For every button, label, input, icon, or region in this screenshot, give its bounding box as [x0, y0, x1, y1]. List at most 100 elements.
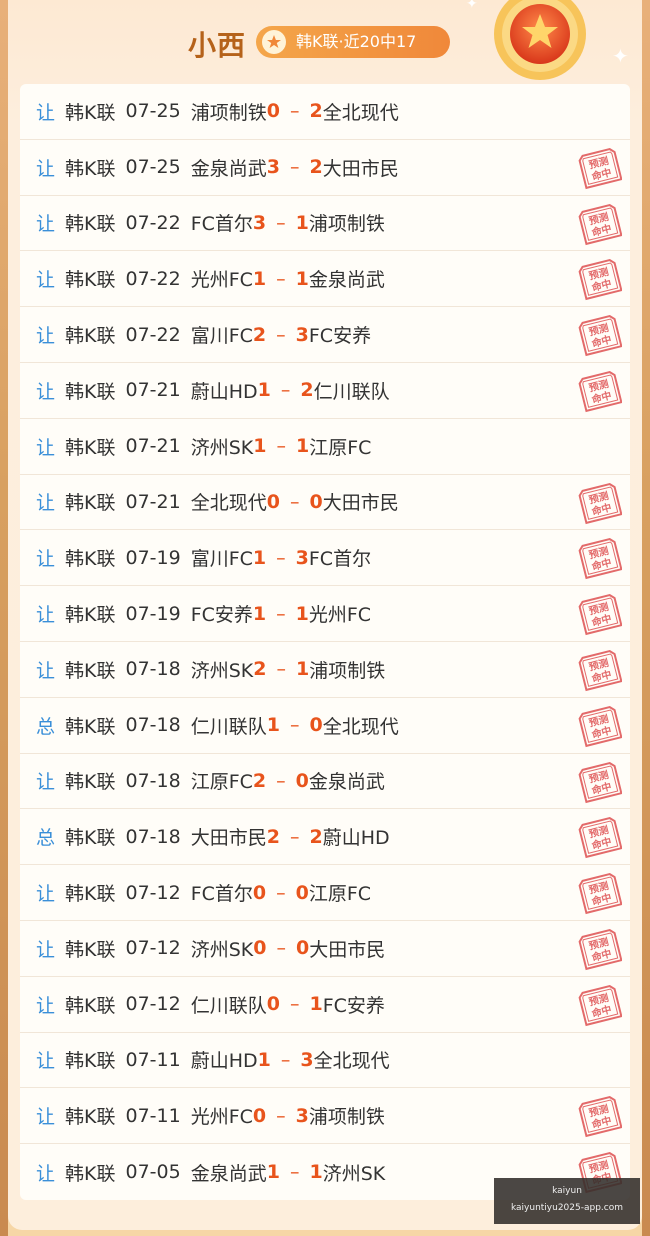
bet-type: 让	[36, 604, 56, 627]
match-row[interactable]: 让韩K联 07-22 光州FC 1–1 金泉尚武 预测 命中	[20, 251, 630, 308]
match-date: 07-12	[125, 881, 181, 904]
bet-type: 让	[36, 883, 56, 906]
match-row[interactable]: 让韩K联 07-22 FC首尔 3–1 浦项制铁 预测 命中	[20, 195, 630, 252]
match-row[interactable]: 让韩K联 07-21 济州SK 1–1 江原FC	[20, 418, 630, 475]
away-team: 金泉尚武	[308, 771, 385, 794]
home-score: 1	[266, 1161, 280, 1184]
home-score: 1	[252, 602, 267, 625]
away-score: 0	[295, 937, 310, 960]
home-team: 富川FC	[190, 325, 253, 348]
bet-type: 让	[36, 436, 56, 459]
bet-type: 让	[36, 1106, 56, 1129]
watermark-line1: kaiyun	[552, 1186, 582, 1196]
away-score: 3	[295, 1104, 309, 1127]
away-team: 蔚山HD	[322, 827, 390, 850]
score-separator: –	[276, 1104, 286, 1127]
home-team: FC首尔	[190, 883, 253, 906]
score-separator: –	[280, 379, 291, 402]
match-date: 07-12	[125, 993, 181, 1016]
league-name: 韩K联	[65, 994, 116, 1017]
record-badge-text: 韩K联·近20中17	[296, 32, 417, 51]
prediction-hit-stamp-icon: 预测命中	[578, 705, 622, 747]
match-date: 07-25	[125, 156, 181, 179]
match-row[interactable]: 让韩K联 07-22 富川FC 2–3 FC安养 预测 命中	[20, 307, 630, 363]
match-row[interactable]: 总韩K联 07-18 大田市民 2–2 蔚山HD 预测 命中	[20, 809, 630, 866]
bet-type: 让	[36, 1162, 56, 1185]
home-score: 0	[266, 100, 280, 123]
away-team: FC安养	[322, 994, 385, 1017]
match-row[interactable]: 总韩K联 07-18 仁川联队 1–0 全北现代 预测 命中	[20, 697, 630, 754]
home-team: 光州FC	[190, 269, 253, 292]
away-score: 1	[295, 435, 310, 458]
home-team: 浦项制铁	[190, 101, 267, 124]
bet-type: 让	[36, 994, 56, 1017]
prediction-card: 小西 韩K联·近20中17 ✦ ✦ 让 韩K联 07-25 浦项制铁 0 – 2…	[8, 0, 642, 1230]
watermark-line2: kaiyuntiyu2025-app.com	[510, 1203, 624, 1213]
home-team: FC安养	[190, 604, 253, 627]
league-name: 韩K联	[65, 101, 116, 124]
prediction-hit-stamp-icon: 预测命中	[578, 817, 622, 859]
league-name: 韩K联	[65, 548, 116, 571]
home-score: 2	[252, 323, 267, 346]
match-date: 07-21	[125, 379, 181, 402]
score-separator: –	[276, 937, 286, 960]
away-score: 1	[309, 993, 323, 1016]
home-team: 济州SK	[190, 436, 254, 459]
home-team: 大田市民	[190, 827, 267, 850]
league-name: 韩K联	[65, 659, 116, 682]
league-name: 韩K联	[65, 1106, 116, 1129]
bet-type: 让	[36, 325, 56, 348]
league-name: 韩K联	[65, 492, 116, 515]
match-row[interactable]: 让韩K联 07-21 全北现代 0–0 大田市民 预测 命中	[20, 474, 630, 531]
match-date: 07-05	[125, 1161, 181, 1184]
home-team: 仁川联队	[190, 715, 267, 738]
home-score: 2	[252, 769, 267, 792]
league-name: 韩K联	[65, 883, 116, 906]
prediction-hit-stamp-icon: 预测命中	[578, 371, 622, 413]
match-date: 07-18	[125, 658, 181, 681]
away-team: 大田市民	[322, 492, 399, 515]
away-team: 全北现代	[322, 715, 399, 738]
away-score: 0	[309, 490, 323, 513]
match-row[interactable]: 让韩K联 07-11 蔚山HD 1–3 全北现代	[20, 1032, 630, 1089]
match-row[interactable]: 让韩K联 07-12 FC首尔 0–0 江原FC 预测 命中	[20, 865, 630, 921]
home-score: 1	[257, 379, 271, 402]
match-row[interactable]: 让韩K联 07-21 蔚山HD 1–2 仁川联队 预测 命中	[20, 362, 630, 419]
match-row[interactable]: 让韩K联 07-18 江原FC 2–0 金泉尚武 预测 命中	[20, 753, 630, 810]
away-score: 1	[295, 267, 309, 290]
home-team: 济州SK	[190, 938, 254, 961]
away-score: 3	[295, 323, 309, 346]
away-score: 2	[309, 156, 323, 179]
match-row[interactable]: 让韩K联 07-12 济州SK 0–0 大田市民 预测 命中	[20, 920, 630, 977]
score-separator: –	[276, 435, 286, 458]
match-row[interactable]: 让韩K联 07-18 济州SK 2–1 浦项制铁 预测 命中	[20, 641, 630, 698]
bet-type: 让	[36, 157, 56, 180]
home-score: 0	[266, 993, 280, 1016]
score-separator: –	[289, 825, 300, 848]
away-team: 仁川联队	[313, 380, 390, 403]
prediction-hit-stamp-icon: 预测命中	[578, 1096, 622, 1138]
bet-type: 总	[36, 715, 56, 738]
league-name: 韩K联	[65, 269, 116, 292]
match-date: 07-22	[125, 323, 181, 346]
match-row[interactable]: 让韩K联 07-11 光州FC 0–3 浦项制铁 预测 命中	[20, 1088, 630, 1145]
match-row[interactable]: 让韩K联 07-25 金泉尚武 3–2 大田市民 预测 命中	[20, 139, 630, 196]
score-separator: –	[289, 714, 300, 737]
prediction-hit-stamp-icon: 预测命中	[578, 482, 622, 524]
league-name: 韩K联	[65, 827, 116, 850]
match-row[interactable]: 让韩K联 07-19 富川FC 1–3 FC首尔 预测 命中	[20, 530, 630, 587]
away-score: 3	[300, 1048, 314, 1071]
away-team: 济州SK	[322, 1162, 386, 1185]
match-row[interactable]: 让韩K联 07-19 FC安养 1–1 光州FC 预测 命中	[20, 586, 630, 642]
home-team: 金泉尚武	[190, 1162, 267, 1185]
away-team: 全北现代	[313, 1050, 390, 1073]
league-name: 韩K联	[65, 380, 116, 403]
expert-name: 小西	[188, 29, 247, 62]
score-separator: –	[276, 769, 286, 792]
prediction-hit-stamp-icon: 预测命中	[578, 259, 622, 301]
match-row[interactable]: 让韩K联 07-25 浦项制铁 0–2 全北现代	[20, 84, 630, 140]
match-row[interactable]: 让韩K联 07-12 仁川联队 0–1 FC安养 预测 命中	[20, 976, 630, 1033]
home-score: 0	[252, 881, 267, 904]
away-score: 1	[295, 602, 309, 625]
bet-type: 让	[36, 269, 56, 292]
